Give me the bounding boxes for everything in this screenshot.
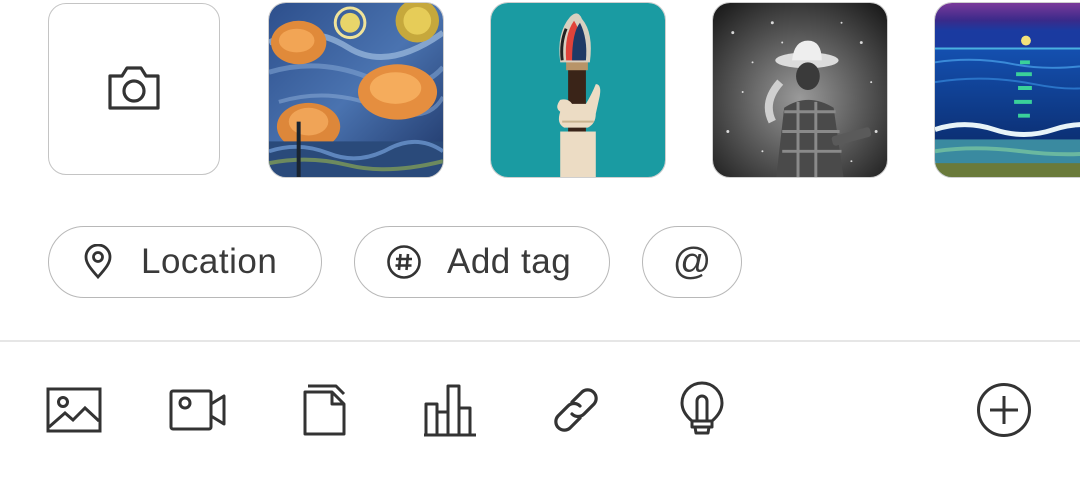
add-idea-button[interactable] [672,380,732,440]
hashtag-icon [385,243,423,281]
gallery-thumbnail[interactable] [934,2,1080,178]
location-chip-label: Location [141,242,278,281]
lightbulb-icon [679,381,725,439]
image-icon [45,385,103,435]
at-sign-icon: @ [672,241,712,283]
add-tag-chip-label: Add tag [447,242,572,281]
plus-circle-icon [975,381,1033,439]
more-options-button[interactable] [974,380,1034,440]
toolbar-divider [0,340,1080,342]
bar-chart-icon [422,382,478,438]
location-pin-icon [79,243,117,281]
gallery-thumbnail[interactable] [268,2,444,178]
media-picker-strip[interactable] [0,0,1080,200]
paintbrush-hand-image [491,3,665,177]
document-icon [300,382,348,438]
add-document-button[interactable] [294,380,354,440]
mention-chip[interactable]: @ [642,226,742,298]
add-video-button[interactable] [168,380,228,440]
post-composer: Location Add tag @ [0,0,1080,483]
camera-icon [106,62,162,117]
add-link-button[interactable] [546,380,606,440]
location-chip[interactable]: Location [48,226,322,298]
night-seascape-image [935,3,1080,177]
camera-button[interactable] [48,3,220,175]
gallery-thumbnail[interactable] [712,2,888,178]
cats-starry-night-image [269,3,443,177]
gallery-thumbnail[interactable] [490,2,666,178]
add-image-button[interactable] [44,380,104,440]
video-camera-icon [168,386,228,434]
link-icon [548,382,604,438]
add-tag-chip[interactable]: Add tag [354,226,610,298]
cowboy-bw-image [713,3,887,177]
add-poll-button[interactable] [420,380,480,440]
